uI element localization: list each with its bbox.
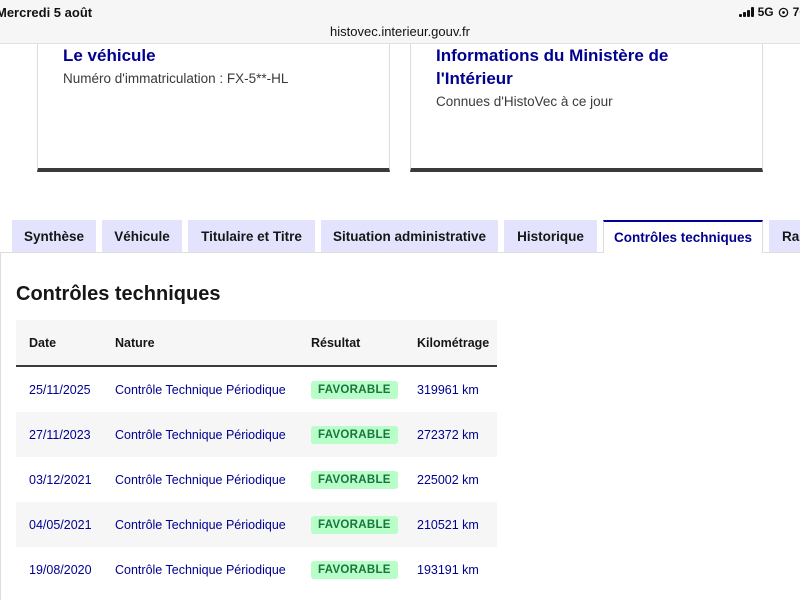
row-mileage: 225002 km	[417, 472, 479, 487]
tab-list: Synthèse Véhicule Titulaire et Titre Sit…	[0, 220, 800, 253]
tab-synthese[interactable]: Synthèse	[12, 220, 96, 252]
column-header-nature: Nature	[115, 335, 155, 350]
table-row: 27/11/2023 Contrôle Technique Périodique…	[16, 412, 497, 457]
column-header-result: Résultat	[311, 335, 361, 350]
tab-controles-techniques[interactable]: Contrôles techniques	[603, 220, 763, 253]
row-nature: Contrôle Technique Périodique	[115, 562, 286, 577]
table-row: 25/11/2025 Contrôle Technique Périodique…	[16, 367, 497, 412]
signal-bars-icon	[738, 7, 754, 17]
row-result: FAVORABLE	[311, 457, 398, 502]
technical-inspections-table: Date Nature Résultat Kilométrage 25/11/2…	[16, 320, 497, 592]
result-badge: FAVORABLE	[311, 425, 398, 444]
column-header-mileage: Kilométrage	[417, 335, 490, 350]
row-date: 04/05/2021	[29, 517, 92, 532]
tab-situation-administrative[interactable]: Situation administrative	[321, 220, 498, 252]
tab-rapport[interactable]: Rapport	[769, 220, 800, 252]
row-result: FAVORABLE	[311, 412, 398, 457]
row-nature: Contrôle Technique Périodique	[115, 382, 286, 397]
status-bar: Mercredi 5 août histovec.interieur.gouv.…	[0, 0, 800, 44]
result-badge: FAVORABLE	[311, 380, 398, 399]
status-indicators: 5G 76	[738, 5, 800, 19]
table-header: Date Nature Résultat Kilométrage	[16, 320, 497, 367]
tab-vehicule[interactable]: Véhicule	[102, 220, 182, 252]
row-nature: Contrôle Technique Périodique	[115, 427, 286, 442]
column-header-date: Date	[29, 335, 57, 350]
row-date: 19/08/2020	[29, 562, 92, 577]
ministry-info-card-title[interactable]: Informations du Ministère de l'Intérieur	[436, 44, 696, 90]
ministry-info-card[interactable]: Informations du Ministère de l'Intérieur…	[410, 44, 763, 172]
location-icon	[778, 7, 788, 17]
row-result: FAVORABLE	[311, 367, 398, 412]
network-label: 5G	[757, 5, 774, 19]
battery-level: 76	[792, 5, 800, 19]
row-mileage: 210521 km	[417, 517, 479, 532]
table-row: 04/05/2021 Contrôle Technique Périodique…	[16, 502, 497, 547]
row-nature: Contrôle Technique Périodique	[115, 517, 286, 532]
result-badge: FAVORABLE	[311, 470, 398, 489]
row-mileage: 193191 km	[417, 562, 479, 577]
ministry-info-card-description: Connues d'HistoVec à ce jour	[436, 94, 613, 109]
vehicle-card-description: Numéro d'immatriculation : FX-5**-HL	[63, 71, 289, 86]
row-mileage: 319961 km	[417, 382, 479, 397]
row-date: 03/12/2021	[29, 472, 92, 487]
table-row: 19/08/2020 Contrôle Technique Périodique…	[16, 547, 497, 592]
address-bar-url[interactable]: histovec.interieur.gouv.fr	[0, 24, 800, 39]
row-date: 27/11/2023	[29, 427, 91, 442]
vehicle-card-title[interactable]: Le véhicule	[63, 44, 156, 67]
result-badge: FAVORABLE	[311, 515, 398, 534]
tab-titulaire-et-titre[interactable]: Titulaire et Titre	[188, 220, 315, 252]
vehicle-card[interactable]: Le véhicule Numéro d'immatriculation : F…	[37, 44, 390, 172]
section-title: Contrôles techniques	[16, 283, 221, 305]
result-badge: FAVORABLE	[311, 560, 398, 579]
row-mileage: 272372 km	[417, 427, 479, 442]
row-date: 25/11/2025	[29, 382, 91, 397]
row-nature: Contrôle Technique Périodique	[115, 472, 286, 487]
table-row: 03/12/2021 Contrôle Technique Périodique…	[16, 457, 497, 502]
row-result: FAVORABLE	[311, 547, 398, 592]
row-result: FAVORABLE	[311, 502, 398, 547]
status-date: Mercredi 5 août	[0, 5, 93, 20]
tab-historique[interactable]: Historique	[504, 220, 597, 252]
